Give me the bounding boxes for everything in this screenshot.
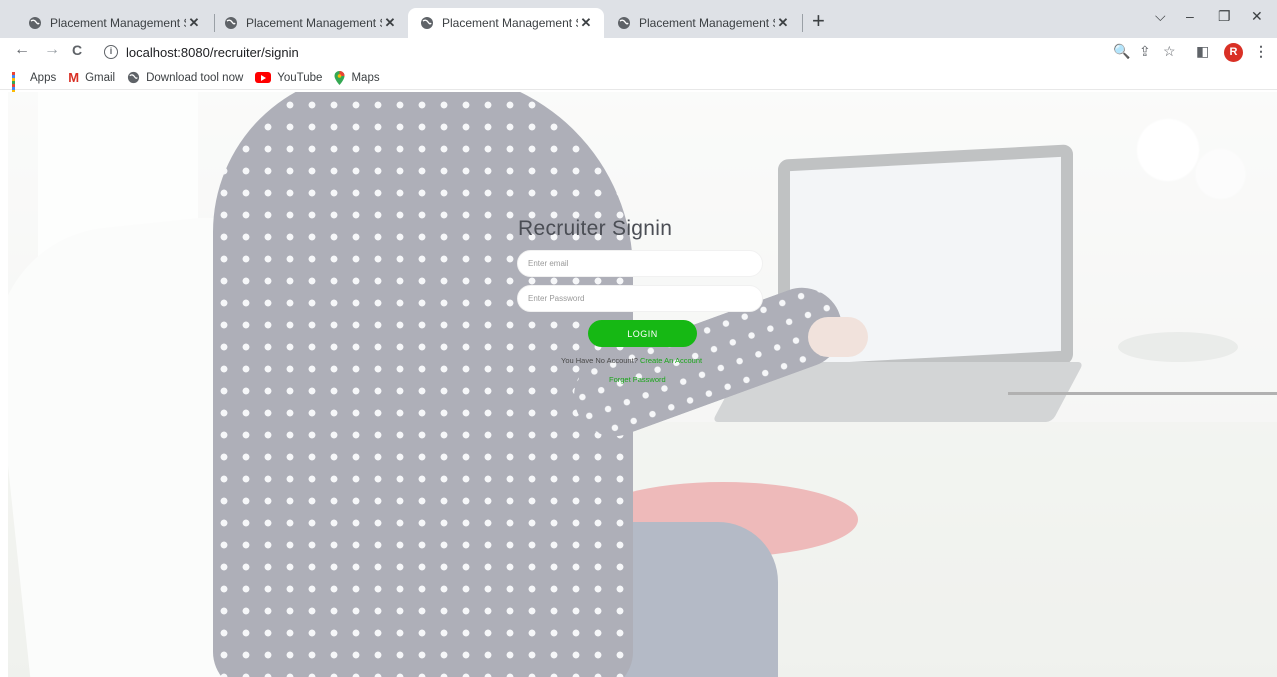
youtube-icon <box>255 72 272 83</box>
bookmark-maps[interactable]: Maps <box>334 70 380 85</box>
bookmark-download-tool[interactable]: Download tool now <box>127 71 243 84</box>
tab-close-icon[interactable]: ✕ <box>775 15 791 31</box>
no-account-line: You Have No Account? Create An Account <box>561 356 702 365</box>
tab-3-active[interactable]: Placement Management System ✕ <box>408 8 604 38</box>
forward-button[interactable]: → <box>44 41 60 59</box>
side-panel-icon[interactable]: ◧ <box>1196 43 1209 60</box>
apps-grid-icon <box>12 71 24 99</box>
back-button[interactable]: ← <box>14 41 30 59</box>
reload-button[interactable]: C <box>72 42 82 58</box>
tab-title: Placement Management System <box>246 16 382 30</box>
window-close-button[interactable]: ✕ <box>1251 8 1263 25</box>
signin-page: Recruiter Signin LOGIN You Have No Accou… <box>8 92 1277 677</box>
site-info-icon[interactable]: i <box>104 45 118 59</box>
new-tab-button[interactable]: + <box>812 10 825 32</box>
tab-2[interactable]: Placement Management System ✕ <box>212 8 408 38</box>
bookmark-label: Download tool now <box>146 71 244 84</box>
globe-icon <box>29 17 41 29</box>
maps-icon <box>334 70 345 85</box>
minimize-button[interactable]: – <box>1186 8 1194 24</box>
browser-toolbar: ← → C i localhost:8080/recruiter/signin … <box>0 38 1277 66</box>
tab-close-icon[interactable]: ✕ <box>186 15 202 31</box>
tab-1[interactable]: Placement Management System ✕ <box>16 8 212 38</box>
bookmark-label: Maps <box>351 71 380 84</box>
tab-search-chevron-icon[interactable]: ⌵ <box>1155 8 1166 25</box>
forgot-password-link[interactable]: Forget Password <box>609 375 666 384</box>
tab-strip: Placement Management System ✕ Placement … <box>0 0 1277 38</box>
password-field[interactable] <box>517 285 763 312</box>
bookmarks-bar: Apps M Gmail Download tool now YouTube M… <box>0 66 1277 99</box>
tab-title: Placement Management System <box>639 16 775 30</box>
share-icon[interactable]: ⇪ <box>1139 43 1151 60</box>
bookmark-gmail[interactable]: M Gmail <box>68 70 115 85</box>
background-photo <box>8 92 1277 677</box>
globe-icon <box>421 17 433 29</box>
address-bar[interactable]: i localhost:8080/recruiter/signin <box>94 40 1174 64</box>
globe-icon <box>618 17 630 29</box>
create-account-link[interactable]: Create An Account <box>640 356 702 365</box>
maximize-button[interactable]: ❐ <box>1218 8 1231 25</box>
zoom-icon[interactable]: 🔍 <box>1113 43 1130 60</box>
profile-avatar[interactable]: R <box>1224 43 1243 62</box>
email-field[interactable] <box>517 250 763 277</box>
globe-icon <box>225 17 237 29</box>
tab-close-icon[interactable]: ✕ <box>382 15 398 31</box>
page-title: Recruiter Signin <box>518 217 673 240</box>
bookmark-label: Apps <box>30 71 57 84</box>
globe-icon <box>128 71 140 84</box>
tab-title: Placement Management System <box>442 16 578 30</box>
browser-menu-icon[interactable]: ⋮ <box>1254 43 1268 60</box>
bookmark-star-icon[interactable]: ☆ <box>1163 43 1176 60</box>
bookmark-youtube[interactable]: YouTube <box>255 72 322 84</box>
tab-separator <box>802 14 803 32</box>
tab-close-icon[interactable]: ✕ <box>578 15 594 31</box>
url-text: localhost:8080/recruiter/signin <box>126 44 299 60</box>
bookmark-label: Gmail <box>85 71 116 84</box>
no-account-text: You Have No Account? <box>561 356 638 365</box>
tab-title: Placement Management System <box>50 16 186 30</box>
bookmark-apps[interactable]: Apps <box>12 71 57 99</box>
login-button[interactable]: LOGIN <box>588 320 697 347</box>
bookmark-label: YouTube <box>277 71 323 84</box>
gmail-icon: M <box>68 70 80 85</box>
tab-4[interactable]: Placement Management System ✕ <box>605 8 801 38</box>
